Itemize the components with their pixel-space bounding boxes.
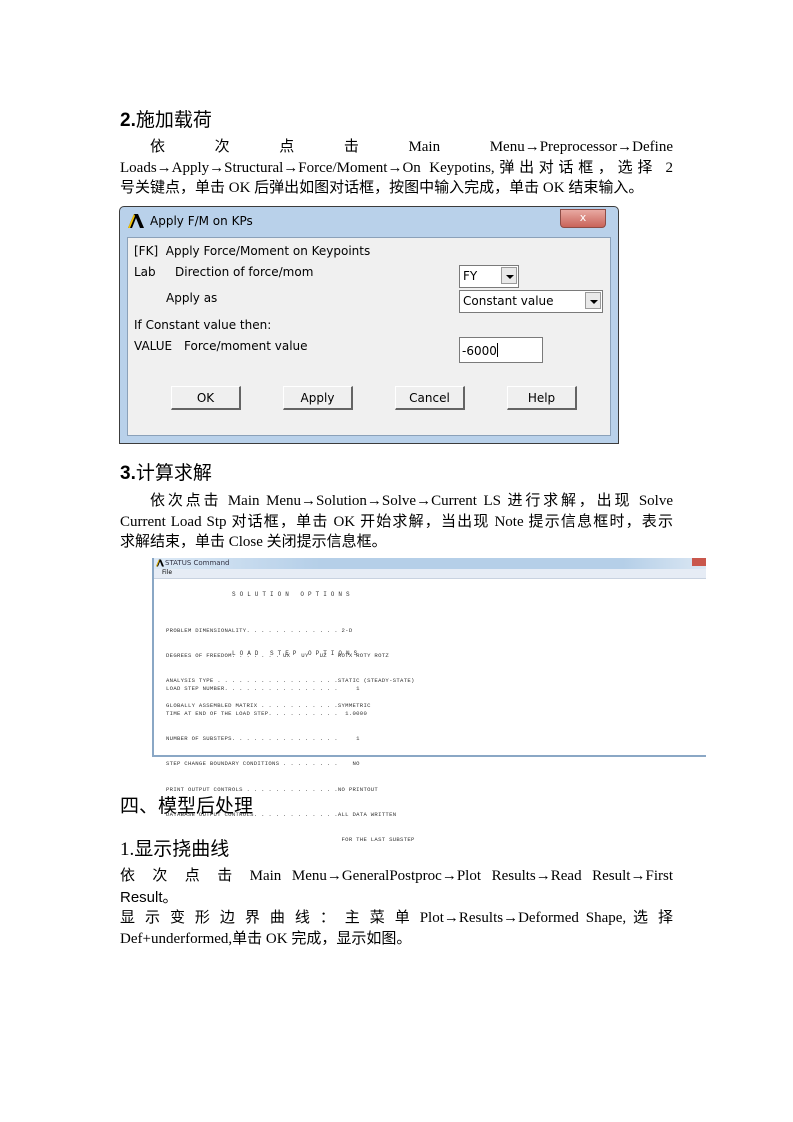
close-button[interactable]: x [560,209,606,228]
para-line: Def+underformed,单击 OK 完成，显示如图。 [120,931,412,947]
close-icon[interactable] [692,558,706,566]
force-value: -6000 [462,344,497,358]
ansys-logo-icon [128,214,144,228]
value-label: VALUE [134,339,173,353]
lab-label: Lab [134,265,156,279]
solution-options-heading: SOLUTION OPTIONS [232,591,354,598]
section-3-paragraph: 依次点击 Main Menu→Solution→Solve→Current LS… [120,491,673,553]
section-title: 计算求解 [135,463,212,484]
section-4-paragraph: 依 次 点 击 Main Menu→GeneralPostproc→Plot R… [120,866,673,950]
para-line: Loads→Apply→Structural→Force/Moment→On K… [120,159,673,176]
dialog-title: Apply F/M on KPs [150,214,253,228]
para-line: 依 次 点 击 Main Menu→Preprocessor→Define [150,139,673,155]
subsection-1-heading: 1.显示挠曲线 [120,839,230,860]
section-number: 2. [120,110,136,131]
apply-fm-dialog: Apply F/M on KPs x [FK] Apply Force/Mome… [119,206,619,444]
section-title: 施加载荷 [135,110,212,131]
section-2-paragraph: 依 次 点 击 Main Menu→Preprocessor→Define Lo… [120,137,673,199]
section-2-heading: 2.施加载荷 [120,105,212,132]
para-line: Current Load Stp 对话框，单击 OK 开始求解，当出现 Note… [120,513,673,530]
apply-as-value: Constant value [463,294,554,308]
para-line: 求解结束，单击 Close 关闭提示信息框。 [120,534,387,550]
command-header: [FK] Apply Force/Moment on Keypoints [134,244,371,258]
dialog-titlebar[interactable]: Apply F/M on KPs x [126,209,612,232]
status-window-menubar: File [154,569,706,579]
load-step-options-block: LOAD STEP NUMBER. . . . . . . . . . . . … [166,684,415,844]
apply-as-label: Apply as [166,291,218,305]
direction-select[interactable]: FY [459,265,519,288]
close-icon: x [579,211,587,224]
text-caret [496,343,498,357]
ok-button[interactable]: OK [171,386,241,410]
apply-button[interactable]: Apply [283,386,353,410]
section-number: 3. [120,463,136,484]
if-constant-label: If Constant value then: [134,318,272,332]
chevron-down-icon[interactable] [585,292,601,309]
menu-file[interactable]: File [162,569,172,576]
force-value-input[interactable]: -6000 [459,337,543,363]
status-command-window: STATUS Command File SOLUTION OPTIONS PRO… [152,558,706,843]
section-3-heading: 3.计算求解 [120,458,212,485]
status-window-title: STATUS Command [165,559,230,567]
para-line: 依 次 点 击 Main Menu→GeneralPostproc→Plot R… [120,868,673,884]
para-line: 号关键点，单击 OK 后弹出如图对话框，按图中输入完成，单击 OK 结束输入。 [120,180,644,196]
help-button[interactable]: Help [507,386,577,410]
ansys-logo-icon [156,559,164,567]
para-line: 显 示 变 形 边 界 曲 线 ： 主 菜 单 Plot→Results→Def… [120,910,673,926]
para-line: Result。 [120,889,178,906]
chevron-down-icon[interactable] [501,267,517,284]
status-window-titlebar[interactable]: STATUS Command [154,558,706,569]
para-line: 依次点击 Main Menu→Solution→Solve→Current LS… [150,493,673,509]
dialog-body: [FK] Apply Force/Moment on Keypoints Lab… [127,237,611,436]
load-step-options-heading: LOAD STEP OPTIONS [232,650,362,657]
apply-as-select[interactable]: Constant value [459,290,603,313]
section-4-heading: 四、模型后处理 [120,796,254,817]
direction-label: Direction of force/mom [175,265,314,279]
force-moment-label: Force/moment value [184,339,308,353]
direction-value: FY [463,269,478,283]
cancel-button[interactable]: Cancel [395,386,465,410]
